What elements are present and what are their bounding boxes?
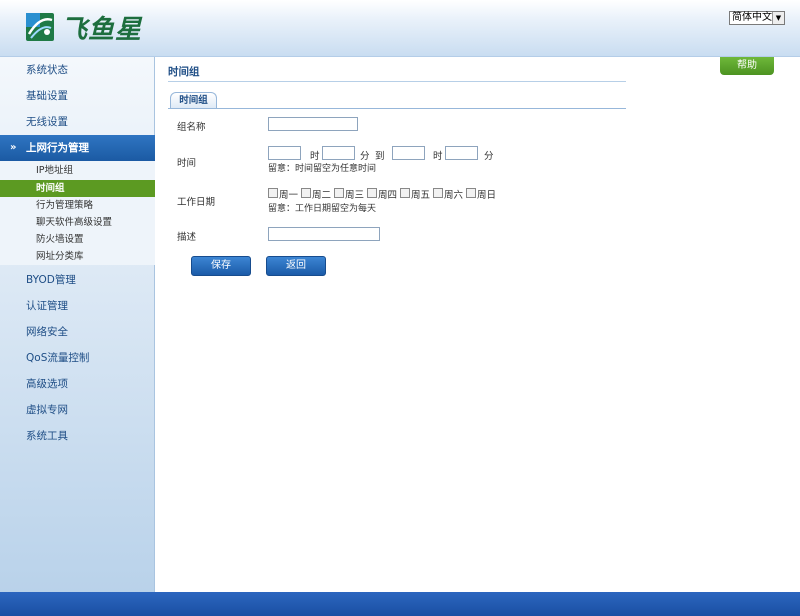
- group-name-input[interactable]: [268, 117, 358, 131]
- submenu-item-ip-group[interactable]: IP地址组: [0, 162, 155, 179]
- wednesday-label: 周三: [345, 190, 365, 201]
- minute-unit: 分: [484, 151, 494, 162]
- hour-unit: 时: [310, 151, 320, 162]
- workday-note: 留意：工作日期留空为每天: [268, 204, 377, 214]
- submenu-item-url-library[interactable]: 网址分类库: [0, 248, 155, 265]
- sidebar-item-label: QoS流量控制: [26, 352, 90, 364]
- tuesday-label: 周二: [312, 190, 332, 201]
- sidebar-item-system-status[interactable]: 系统状态: [0, 57, 155, 83]
- double-chevron-down-icon: »: [10, 142, 17, 153]
- sidebar-item-label: 无线设置: [26, 116, 68, 128]
- submenu-item-time-group[interactable]: 时间组: [0, 180, 155, 197]
- friday-label: 周五: [411, 190, 431, 201]
- sidebar-item-network-security[interactable]: 网络安全: [0, 319, 155, 345]
- start-minute-input[interactable]: [322, 146, 355, 160]
- description-label: 描述: [177, 232, 197, 243]
- submenu-item-behavior-policy[interactable]: 行为管理策略: [0, 197, 155, 214]
- brand-name: 飞鱼星: [61, 14, 143, 45]
- description-input[interactable]: [268, 227, 380, 241]
- monday-checkbox[interactable]: [268, 188, 278, 198]
- chevron-down-icon[interactable]: ▼: [772, 12, 784, 24]
- sidebar-item-advanced[interactable]: 高级选项: [0, 371, 155, 397]
- hour-unit: 时: [433, 151, 443, 162]
- back-button[interactable]: 返回: [266, 256, 326, 276]
- submenu-item-label: 聊天软件高级设置: [36, 217, 113, 228]
- save-button[interactable]: 保存: [191, 256, 251, 276]
- title-divider: [168, 81, 626, 82]
- sidebar-item-label: 认证管理: [26, 300, 68, 312]
- sidebar-item-qos[interactable]: QoS流量控制: [0, 345, 155, 371]
- sidebar-item-system-tools[interactable]: 系统工具: [0, 423, 155, 449]
- thursday-checkbox[interactable]: [367, 188, 377, 198]
- sidebar-item-behavior-management[interactable]: » 上网行为管理: [0, 135, 155, 161]
- start-hour-input[interactable]: [268, 146, 301, 160]
- sidebar-item-wireless-settings[interactable]: 无线设置: [0, 109, 155, 135]
- sidebar-item-label: 系统状态: [26, 64, 68, 76]
- saturday-label: 周六: [444, 190, 464, 201]
- sidebar-item-vpn[interactable]: 虚拟专网: [0, 397, 155, 423]
- workday-label: 工作日期: [177, 197, 216, 208]
- time-note: 留意：时间留空为任意时间: [268, 164, 377, 174]
- monday-label: 周一: [279, 190, 299, 201]
- logo: 飞鱼星: [25, 10, 143, 45]
- friday-checkbox[interactable]: [400, 188, 410, 198]
- wednesday-checkbox[interactable]: [334, 188, 344, 198]
- sidebar-item-basic-settings[interactable]: 基础设置: [0, 83, 155, 109]
- sidebar: 系统状态 基础设置 无线设置 » 上网行为管理 IP地址组 时间组 行为管理策略…: [0, 57, 155, 592]
- sidebar-item-label: 网络安全: [26, 326, 68, 338]
- end-hour-input[interactable]: [392, 146, 425, 160]
- submenu-item-chat-advanced[interactable]: 聊天软件高级设置: [0, 214, 155, 231]
- sidebar-item-label: BYOD管理: [26, 274, 76, 286]
- sidebar-item-auth[interactable]: 认证管理: [0, 293, 155, 319]
- sidebar-item-label: 上网行为管理: [26, 142, 89, 154]
- sidebar-item-byod[interactable]: BYOD管理: [0, 267, 155, 293]
- submenu-item-label: 行为管理策略: [36, 200, 94, 211]
- tuesday-checkbox[interactable]: [301, 188, 311, 198]
- saturday-checkbox[interactable]: [433, 188, 443, 198]
- minute-unit: 分: [360, 151, 370, 162]
- end-minute-input[interactable]: [445, 146, 478, 160]
- group-name-label: 组名称: [177, 122, 206, 133]
- submenu-item-label: IP地址组: [36, 165, 74, 176]
- sunday-label: 周日: [477, 190, 497, 201]
- sidebar-item-label: 基础设置: [26, 90, 68, 102]
- language-select[interactable]: 简体中文 ▼: [729, 11, 785, 25]
- header: 飞鱼星 简体中文 ▼: [0, 0, 800, 57]
- sidebar-item-label: 高级选项: [26, 378, 68, 390]
- submenu-item-label: 防火墙设置: [36, 234, 84, 245]
- submenu-item-label: 时间组: [36, 183, 65, 194]
- page-title: 时间组: [168, 66, 200, 78]
- submenu: IP地址组 时间组 行为管理策略 聊天软件高级设置 防火墙设置 网址分类库: [0, 161, 155, 265]
- logo-fish-icon: [26, 13, 54, 41]
- submenu-item-firewall[interactable]: 防火墙设置: [0, 231, 155, 248]
- thursday-label: 周四: [378, 190, 398, 201]
- footer-bar: [0, 592, 800, 616]
- tab-time-group[interactable]: 时间组: [170, 92, 217, 108]
- tab-divider: [168, 108, 626, 109]
- sidebar-item-label: 系统工具: [26, 430, 68, 442]
- sidebar-item-label: 虚拟专网: [26, 404, 68, 416]
- time-label: 时间: [177, 158, 197, 169]
- to-word: 到: [375, 151, 385, 162]
- sunday-checkbox[interactable]: [466, 188, 476, 198]
- language-value: 简体中文: [732, 12, 772, 23]
- submenu-item-label: 网址分类库: [36, 251, 84, 262]
- help-button[interactable]: 帮助: [720, 57, 774, 75]
